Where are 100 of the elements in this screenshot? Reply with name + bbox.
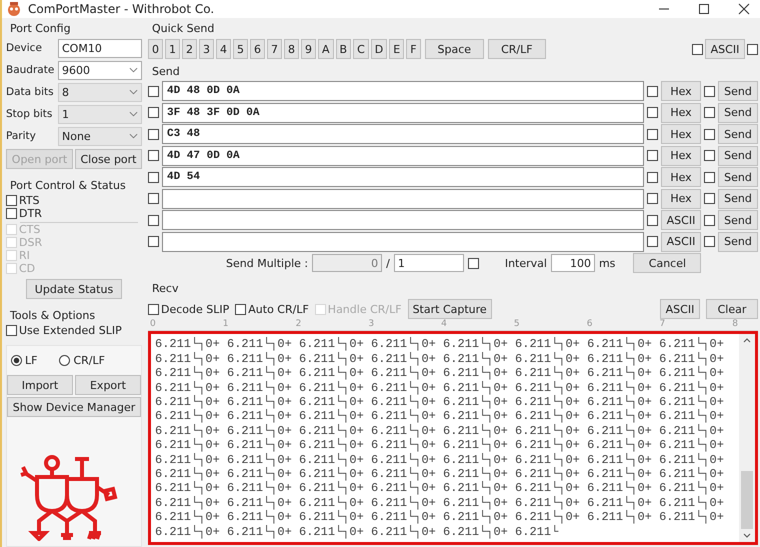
key-button[interactable]: B — [336, 39, 352, 60]
input-field[interactable] — [162, 188, 644, 209]
checkbox[interactable] — [148, 150, 159, 162]
scroll-thumb[interactable] — [741, 471, 753, 529]
checkbox[interactable] — [704, 236, 715, 248]
start-capture-button[interactable]: Start Capture — [408, 299, 492, 320]
input-field[interactable]: 3F 48 3F 0D 0A — [162, 102, 644, 123]
mode-button[interactable]: Hex — [661, 124, 701, 144]
checkbox[interactable] — [148, 193, 159, 204]
port-button[interactable]: Close port — [75, 149, 142, 170]
mode-button[interactable]: ASCII — [661, 232, 701, 252]
input-field[interactable]: 4D 54 — [162, 167, 644, 188]
checkbox[interactable] — [148, 236, 159, 248]
send-button[interactable]: Send — [718, 124, 758, 144]
key-button[interactable]: E — [389, 39, 404, 60]
interval-field[interactable]: 100 — [550, 254, 595, 272]
device-manager-button[interactable]: Show Device Manager — [7, 397, 141, 418]
send-button[interactable]: Send — [718, 188, 758, 209]
key-button[interactable]: 4 — [216, 39, 231, 60]
checkbox[interactable] — [704, 193, 715, 204]
checkbox[interactable] — [647, 107, 658, 118]
key-button[interactable]: 9 — [301, 39, 316, 60]
key-button[interactable]: 0 — [148, 39, 163, 60]
key-button[interactable]: F — [406, 39, 421, 60]
checkbox[interactable] — [6, 325, 17, 336]
checkbox[interactable] — [692, 44, 703, 55]
key-button[interactable]: 6 — [250, 39, 265, 60]
mode-button[interactable]: Hex — [661, 102, 701, 123]
mode-button[interactable]: Hex — [661, 188, 701, 209]
input-field[interactable] — [162, 232, 644, 252]
checkbox[interactable] — [647, 86, 658, 97]
checkbox[interactable] — [647, 128, 658, 140]
ruler-label: 5 — [514, 319, 520, 330]
checkbox[interactable] — [148, 128, 159, 140]
checkbox[interactable] — [704, 214, 715, 226]
ruler-label: 1 — [222, 319, 229, 330]
scroll-up-icon[interactable] — [743, 338, 751, 344]
file-button[interactable]: Export — [75, 375, 141, 396]
checkbox[interactable] — [148, 107, 159, 118]
status-label: RI — [19, 249, 30, 262]
checkbox[interactable] — [647, 150, 658, 162]
key-button[interactable]: 7 — [267, 39, 282, 60]
input-field[interactable]: C3 48 — [162, 124, 644, 144]
close-icon[interactable] — [738, 3, 750, 16]
checkbox[interactable] — [647, 172, 658, 183]
dropdown[interactable]: 9600 — [58, 60, 142, 80]
input-field[interactable]: 4D 48 0D 0A — [162, 81, 644, 102]
radio-button[interactable] — [59, 355, 70, 366]
checkbox[interactable] — [704, 107, 715, 118]
mode-button[interactable]: Hex — [661, 167, 701, 188]
key-button[interactable]: 5 — [233, 39, 248, 60]
key-button[interactable]: CR/LF — [488, 39, 546, 60]
checkbox[interactable] — [704, 150, 715, 162]
checkbox[interactable] — [704, 128, 715, 140]
key-button[interactable]: 2 — [182, 39, 197, 60]
mode-button[interactable]: Hex — [661, 146, 701, 166]
input-field[interactable]: COM10 — [58, 38, 142, 58]
input-field[interactable] — [162, 210, 644, 230]
checkbox[interactable] — [647, 214, 658, 226]
checkbox[interactable] — [148, 172, 159, 183]
cancel-button[interactable]: Cancel — [633, 253, 702, 274]
radio-button[interactable] — [11, 355, 22, 366]
checkbox[interactable] — [6, 208, 17, 220]
checkbox[interactable] — [647, 193, 658, 204]
key-button[interactable]: D — [370, 39, 388, 60]
ascii-button[interactable]: ASCII — [660, 299, 700, 320]
key-button[interactable]: 3 — [199, 39, 214, 60]
send-button[interactable]: Send — [718, 102, 758, 123]
checkbox[interactable] — [468, 258, 479, 269]
input-field[interactable]: 4D 47 0D 0A — [162, 146, 644, 166]
checkbox[interactable] — [647, 236, 658, 248]
key-button[interactable]: C — [353, 39, 369, 60]
checkbox[interactable] — [148, 86, 159, 97]
scrollbar[interactable] — [739, 334, 755, 542]
key-button[interactable]: A — [318, 39, 334, 60]
send-button[interactable]: Send — [718, 167, 758, 188]
send-button[interactable]: Send — [718, 210, 758, 230]
ascii-button[interactable]: ASCII — [705, 39, 745, 60]
checkbox[interactable] — [148, 304, 159, 315]
scroll-down-icon[interactable] — [743, 533, 751, 538]
checkbox[interactable] — [235, 304, 246, 315]
checkbox[interactable] — [747, 44, 758, 55]
total-field[interactable]: 1 — [394, 254, 464, 272]
update-status-button[interactable]: Update Status — [26, 279, 122, 300]
mode-button[interactable]: Hex — [661, 81, 701, 102]
checkbox[interactable] — [6, 195, 17, 206]
key-button[interactable]: Space — [424, 39, 484, 60]
checkbox[interactable] — [704, 86, 715, 97]
clear-button[interactable]: Clear — [706, 299, 758, 320]
send-button[interactable]: Send — [718, 81, 758, 102]
send-button[interactable]: Send — [718, 146, 758, 166]
checkbox[interactable] — [148, 214, 159, 226]
send-button[interactable]: Send — [718, 232, 758, 252]
file-button[interactable]: Import — [7, 375, 73, 396]
key-button[interactable]: 8 — [284, 39, 299, 60]
mode-button[interactable]: ASCII — [661, 210, 701, 230]
key-button[interactable]: 1 — [165, 39, 180, 60]
checkbox[interactable] — [704, 172, 715, 183]
maximize-icon[interactable] — [698, 3, 710, 16]
ruler-label: 2 — [296, 319, 302, 330]
